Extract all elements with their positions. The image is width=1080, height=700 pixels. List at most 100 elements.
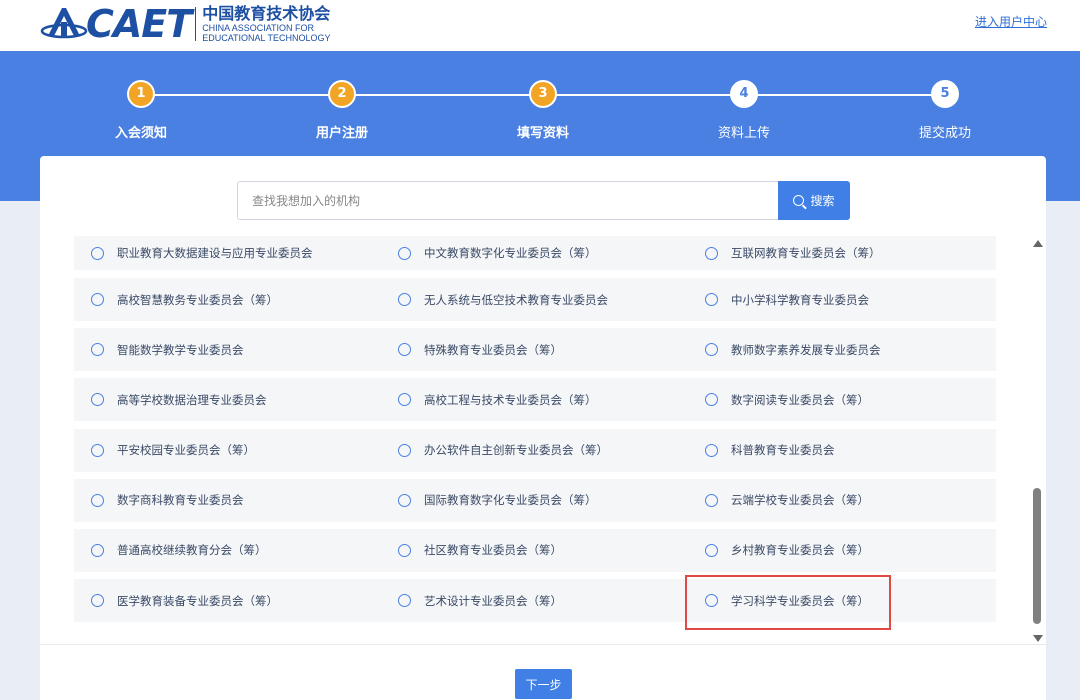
radio-button-icon[interactable] bbox=[705, 393, 718, 407]
radio-button-icon[interactable] bbox=[91, 293, 104, 306]
org-option-label: 乡村教育专业委员会（筹） bbox=[731, 543, 869, 558]
org-option[interactable]: 数字商科教育专业委员会 bbox=[91, 479, 244, 522]
radio-button-icon[interactable] bbox=[705, 443, 718, 457]
org-row: 平安校园专业委员会（筹） 办公软件自主创新专业委员会（筹） 科普教育专业委员会 bbox=[74, 428, 996, 472]
caet-logo-icon bbox=[40, 8, 88, 39]
org-name-cn: 中国教育技术协会 bbox=[202, 4, 331, 23]
org-option-label: 特殊教育专业委员会（筹） bbox=[424, 342, 562, 357]
org-option-label: 国际教育数字化专业委员会（筹） bbox=[424, 493, 597, 508]
radio-button-icon[interactable] bbox=[705, 543, 718, 557]
content-panel: 搜索 职业教育大数据建设与应用专业委员会 中文教育数字化专业委员会（筹） 互联网教育… bbox=[40, 156, 1046, 700]
org-option[interactable]: 云端学校专业委员会（筹） bbox=[705, 479, 869, 522]
org-option[interactable]: 国际教育数字化专业委员会（筹） bbox=[398, 479, 597, 522]
org-option-label: 医学教育装备专业委员会（筹） bbox=[117, 593, 278, 608]
radio-button-icon[interactable] bbox=[398, 293, 411, 306]
org-option-label: 云端学校专业委员会（筹） bbox=[731, 493, 869, 508]
top-header: CAET 中国教育技术协会 CHINA ASSOCIATION FOR EDUC… bbox=[0, 0, 1080, 51]
org-option-label: 办公软件自主创新专业委员会（筹） bbox=[424, 443, 608, 458]
radio-button-icon[interactable] bbox=[398, 343, 411, 357]
radio-button-icon[interactable] bbox=[398, 543, 411, 557]
radio-button-icon[interactable] bbox=[705, 246, 718, 260]
org-option[interactable]: 教师数字素养发展专业委员会 bbox=[705, 328, 881, 371]
org-row: 高校智慧教务专业委员会（筹） 无人系统与低空技术教育专业委员会 中小学科学教育专业委… bbox=[74, 278, 996, 321]
step-1-number: 1 bbox=[127, 80, 155, 108]
org-option[interactable]: 互联网教育专业委员会（筹） bbox=[705, 236, 881, 270]
org-option[interactable]: 艺术设计专业委员会（筹） bbox=[398, 579, 562, 622]
radio-button-icon[interactable] bbox=[705, 293, 718, 306]
logo-separator bbox=[195, 7, 197, 41]
org-option[interactable]: 社区教育专业委员会（筹） bbox=[398, 529, 562, 572]
search-input[interactable] bbox=[237, 181, 778, 220]
org-option[interactable]: 高校智慧教务专业委员会（筹） bbox=[91, 278, 278, 321]
org-option[interactable]: 智能数学教学专业委员会 bbox=[91, 328, 244, 371]
org-option[interactable]: 中小学科学教育专业委员会 bbox=[705, 278, 869, 321]
step-5-number: 5 bbox=[931, 80, 959, 108]
radio-button-icon[interactable] bbox=[398, 443, 411, 457]
radio-button-icon[interactable] bbox=[705, 493, 718, 507]
org-row: 医学教育装备专业委员会（筹） 艺术设计专业委员会（筹） 学习科学专业委员会（筹） bbox=[74, 579, 996, 623]
step-4: 4 资料上传 bbox=[684, 80, 804, 141]
radio-button-icon[interactable] bbox=[91, 343, 104, 357]
next-step-button[interactable]: 下一步 bbox=[515, 669, 572, 699]
organization-list: 职业教育大数据建设与应用专业委员会 中文教育数字化专业委员会（筹） 互联网教育专业委… bbox=[74, 236, 996, 629]
radio-button-icon[interactable] bbox=[398, 393, 411, 407]
org-option-label: 职业教育大数据建设与应用专业委员会 bbox=[117, 246, 313, 260]
radio-button-icon[interactable] bbox=[398, 493, 411, 507]
org-option-label: 社区教育专业委员会（筹） bbox=[424, 543, 562, 558]
org-name-en-line1: CHINA ASSOCIATION FOR bbox=[202, 23, 315, 33]
step-3-number: 3 bbox=[529, 80, 557, 108]
org-option-label: 科普教育专业委员会 bbox=[731, 443, 835, 458]
org-option[interactable]: 数字阅读专业委员会（筹） bbox=[705, 378, 869, 421]
org-row: 智能数学教学专业委员会 特殊教育专业委员会（筹） 教师数字素养发展专业委员会 bbox=[74, 328, 996, 372]
logo-org-name: 中国教育技术协会 CHINA ASSOCIATION FOR EDUCATION… bbox=[202, 4, 331, 44]
org-option-label: 教师数字素养发展专业委员会 bbox=[731, 342, 881, 357]
org-option[interactable]: 科普教育专业委员会 bbox=[705, 429, 835, 472]
scroll-thumb[interactable] bbox=[1033, 488, 1041, 624]
org-option-label: 高等学校数据治理专业委员会 bbox=[117, 392, 267, 407]
radio-button-icon[interactable] bbox=[91, 246, 104, 260]
step-3: 3 填写资料 bbox=[483, 80, 603, 141]
radio-button-icon[interactable] bbox=[398, 246, 411, 260]
org-option-label: 中文教育数字化专业委员会（筹） bbox=[424, 246, 597, 260]
org-option[interactable]: 平安校园专业委员会（筹） bbox=[91, 429, 255, 472]
radio-button-icon[interactable] bbox=[398, 594, 411, 608]
org-option-label: 数字商科教育专业委员会 bbox=[117, 493, 244, 508]
org-option-label: 中小学科学教育专业委员会 bbox=[731, 292, 869, 307]
radio-button-icon[interactable] bbox=[705, 594, 718, 608]
logo-text: CAET bbox=[86, 2, 192, 46]
divider bbox=[40, 644, 1046, 645]
step-5-label: 提交成功 bbox=[918, 126, 971, 141]
org-option[interactable]: 学习科学专业委员会（筹） bbox=[705, 579, 869, 622]
step-2-label: 用户注册 bbox=[315, 126, 368, 141]
org-option[interactable]: 乡村教育专业委员会（筹） bbox=[705, 529, 869, 572]
scroll-down-arrow-icon[interactable] bbox=[1033, 635, 1043, 642]
radio-button-icon[interactable] bbox=[91, 443, 104, 457]
org-option-label: 艺术设计专业委员会（筹） bbox=[424, 593, 562, 608]
step-4-number: 4 bbox=[730, 80, 758, 108]
org-option[interactable]: 办公软件自主创新专业委员会（筹） bbox=[398, 429, 608, 472]
search-icon bbox=[793, 195, 805, 206]
radio-button-icon[interactable] bbox=[91, 594, 104, 608]
caet-logo: CAET 中国教育技术协会 CHINA ASSOCIATION FOR EDUC… bbox=[40, 4, 331, 44]
org-option[interactable]: 普通高校继续教育分会（筹） bbox=[91, 529, 267, 572]
org-option[interactable]: 无人系统与低空技术教育专业委员会 bbox=[398, 278, 608, 321]
list-scrollbar[interactable] bbox=[1030, 236, 1044, 646]
org-option[interactable]: 中文教育数字化专业委员会（筹） bbox=[398, 236, 597, 270]
step-1-label: 入会须知 bbox=[114, 126, 167, 141]
scroll-up-arrow-icon[interactable] bbox=[1033, 240, 1043, 247]
org-name-en-line2: EDUCATIONAL TECHNOLOGY bbox=[202, 33, 331, 43]
org-option[interactable]: 职业教育大数据建设与应用专业委员会 bbox=[91, 236, 313, 270]
org-option[interactable]: 特殊教育专业委员会（筹） bbox=[398, 328, 562, 371]
user-center-link[interactable]: 进入用户中心 bbox=[975, 13, 1047, 30]
org-row: 职业教育大数据建设与应用专业委员会 中文教育数字化专业委员会（筹） 互联网教育专业委… bbox=[74, 236, 996, 270]
search-button[interactable]: 搜索 bbox=[778, 181, 850, 220]
org-option-label: 数字阅读专业委员会（筹） bbox=[731, 392, 869, 407]
org-option[interactable]: 高等学校数据治理专业委员会 bbox=[91, 378, 267, 421]
radio-button-icon[interactable] bbox=[91, 493, 104, 507]
org-option[interactable]: 医学教育装备专业委员会（筹） bbox=[91, 579, 278, 622]
radio-button-icon[interactable] bbox=[91, 543, 104, 557]
radio-button-icon[interactable] bbox=[705, 343, 718, 357]
radio-button-icon[interactable] bbox=[91, 393, 104, 407]
org-row: 数字商科教育专业委员会 国际教育数字化专业委员会（筹） 云端学校专业委员会（筹） bbox=[74, 478, 996, 522]
org-option[interactable]: 高校工程与技术专业委员会（筹） bbox=[398, 378, 597, 421]
